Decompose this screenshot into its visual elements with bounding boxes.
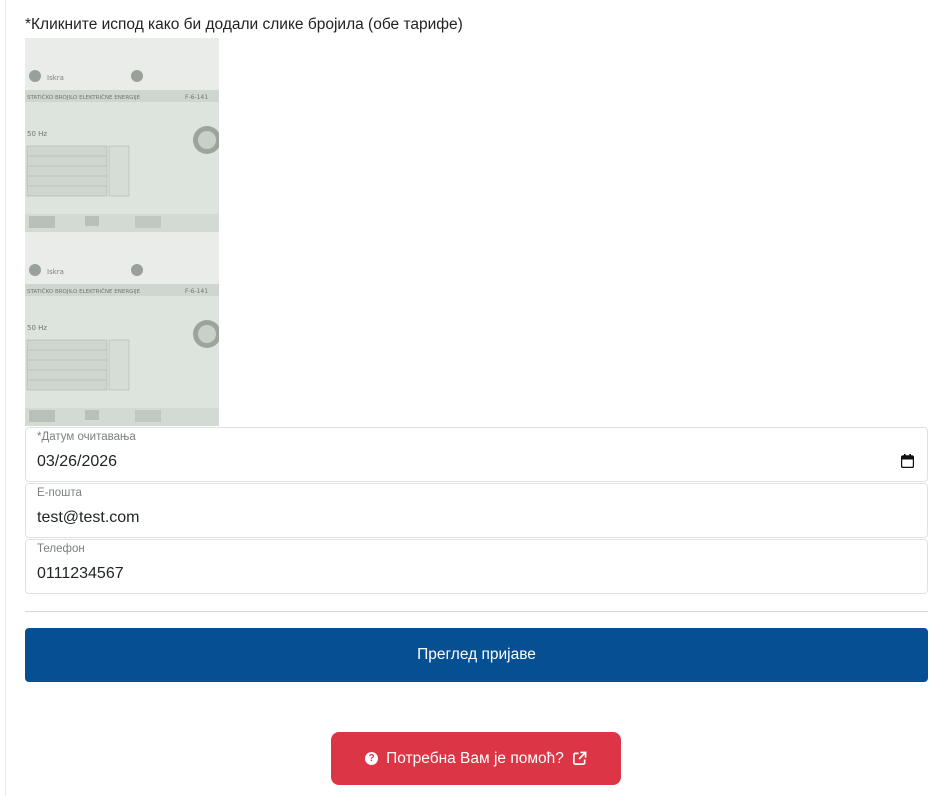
page: *Кликните испод како би додали слике бро… xyxy=(0,0,936,796)
calendar-icon[interactable] xyxy=(901,454,914,468)
upload-instruction: *Кликните испод како би додали слике бро… xyxy=(25,16,463,33)
email-value[interactable]: test@test.com xyxy=(37,509,140,527)
phone-label: Телефон xyxy=(37,543,85,555)
meter-title: STATIČKO BROJILO ELEKTRIČNE ENERGIJE xyxy=(27,288,141,295)
reading-date-field[interactable]: *Датум очитавања 03/26/2026 xyxy=(25,427,928,482)
meter-photo-list[interactable]: Iskra STATIČKO BROJILO ELEKTRIČNE ENERGI… xyxy=(25,38,219,426)
meter-photo-2[interactable]: Iskra STATIČKO BROJILO ELEKTRIČNE ENERGI… xyxy=(25,232,219,426)
left-border xyxy=(5,0,6,796)
reading-date-value[interactable]: 03/26/2026 xyxy=(37,453,117,471)
email-label: Е-пошта xyxy=(37,487,82,499)
phone-value[interactable]: 0111234567 xyxy=(37,565,124,583)
question-circle-icon: ? xyxy=(365,752,379,765)
meter-brand: Iskra xyxy=(47,268,64,276)
reading-date-label: *Датум очитавања xyxy=(37,431,136,443)
email-field[interactable]: Е-пошта test@test.com xyxy=(25,483,928,538)
phone-field[interactable]: Телефон 0111234567 xyxy=(25,539,928,594)
meter-model: F-6-141 xyxy=(185,94,208,101)
meter-model: F-6-141 xyxy=(185,288,208,295)
meter-frequency: 50 Hz xyxy=(27,324,47,332)
review-application-button[interactable]: Преглед пријаве xyxy=(25,628,928,682)
review-application-label: Преглед пријаве xyxy=(417,646,536,663)
help-button[interactable]: ? Потребна Вам је помоћ? xyxy=(331,732,621,785)
external-link-icon xyxy=(572,751,587,765)
meter-photo-1[interactable]: Iskra STATIČKO BROJILO ELEKTRIČNE ENERGI… xyxy=(25,38,219,232)
meter-frequency: 50 Hz xyxy=(27,130,47,138)
meter-brand: Iskra xyxy=(47,74,64,82)
help-button-label: Потребна Вам је помоћ? xyxy=(386,749,564,767)
form-divider xyxy=(25,611,928,612)
meter-title: STATIČKO BROJILO ELEKTRIČNE ENERGIJE xyxy=(27,94,141,101)
